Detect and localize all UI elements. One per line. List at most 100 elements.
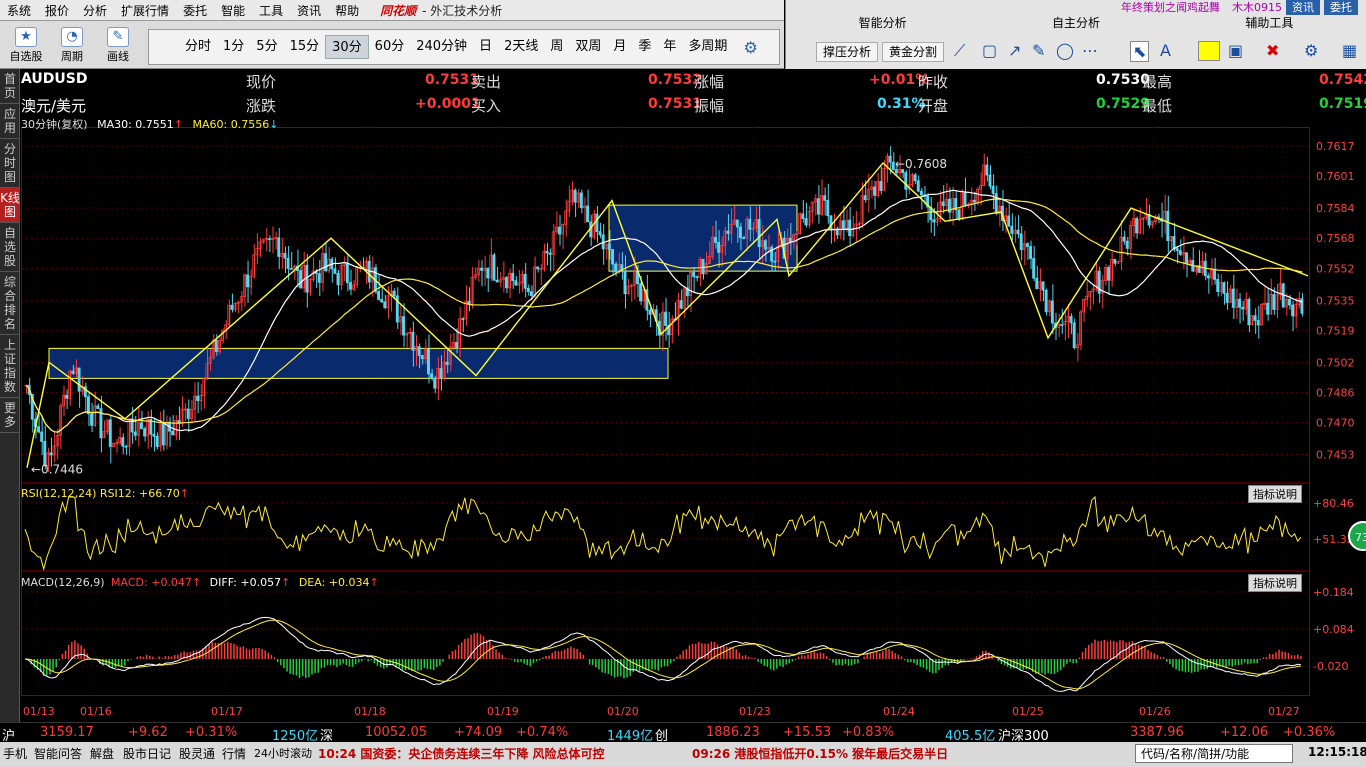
menu-smart[interactable]: 智能 bbox=[214, 2, 252, 19]
line-tool-icon[interactable]: ⟋ bbox=[954, 41, 965, 61]
sidebar-tab-watchlist[interactable]: 自选股 bbox=[0, 223, 20, 272]
promo-text[interactable]: 年终策划之闻鸡起舞 bbox=[1121, 0, 1220, 15]
candlestick-chart[interactable]: ←0.7608 ←0.7446 0.7617 0.7601 0.7584 0.7568 0… bbox=[21, 69, 1366, 722]
period-week[interactable]: 周 bbox=[544, 35, 569, 59]
candle-body bbox=[152, 433, 156, 437]
text-tool-icon[interactable]: A bbox=[1160, 41, 1171, 60]
golden-split-button[interactable]: 黄金分割 bbox=[882, 42, 945, 62]
pen-tool-icon[interactable]: ✎ bbox=[1032, 41, 1045, 60]
sidebar-tab-sh-index[interactable]: 上证指数 bbox=[0, 335, 20, 398]
delete-icon[interactable]: ✖ bbox=[1266, 41, 1279, 60]
candle bbox=[801, 200, 805, 223]
trade-button[interactable]: 委托 bbox=[1324, 0, 1358, 15]
candle bbox=[913, 172, 917, 184]
period-day[interactable]: 日 bbox=[473, 35, 498, 59]
candle bbox=[280, 238, 284, 269]
status-diary[interactable]: 股市日记 bbox=[123, 745, 171, 762]
candle bbox=[408, 327, 412, 350]
menu-analysis[interactable]: 分析 bbox=[76, 2, 114, 19]
period-60min[interactable]: 60分 bbox=[369, 35, 411, 59]
menu-quote[interactable]: 报价 bbox=[38, 2, 76, 19]
candle bbox=[1200, 251, 1204, 276]
more-tools-icon[interactable]: ⋯ bbox=[1082, 41, 1098, 60]
sidebar-tab-apps[interactable]: 应用 bbox=[0, 104, 20, 139]
period-multi[interactable]: 多周期 bbox=[682, 35, 733, 59]
price-tick-label: 0.7502 bbox=[1316, 356, 1355, 369]
candle bbox=[486, 267, 490, 292]
candle-body bbox=[258, 241, 262, 250]
news-ticker-2[interactable]: 09:26 港股恒指低开0.15% 猴年最后交易半日 bbox=[692, 745, 948, 762]
status-24h-news[interactable]: 24小时滚动 bbox=[254, 745, 312, 761]
period-2week[interactable]: 双周 bbox=[569, 35, 607, 59]
menu-help[interactable]: 帮助 bbox=[328, 2, 366, 19]
period-1min[interactable]: 1分 bbox=[217, 35, 250, 59]
sidebar-tab-home[interactable]: 首页 bbox=[0, 69, 20, 104]
menu-news[interactable]: 资讯 bbox=[290, 2, 328, 19]
status-analysis[interactable]: 解盘 bbox=[90, 745, 114, 762]
candle-body bbox=[1110, 258, 1114, 281]
macd-help-button[interactable]: 指标说明 bbox=[1248, 574, 1302, 592]
candle-body bbox=[1044, 289, 1048, 313]
status-stock-tool[interactable]: 股灵通 bbox=[179, 745, 215, 762]
candle-body bbox=[757, 219, 761, 247]
expand-icon[interactable]: ▦ bbox=[1342, 41, 1357, 60]
news-button[interactable]: 资讯 bbox=[1286, 0, 1320, 15]
hs300-value[interactable]: 3387.96 bbox=[1130, 725, 1184, 740]
sidebar-tab-more[interactable]: 更多 bbox=[0, 398, 20, 433]
menu-trade[interactable]: 委托 bbox=[176, 2, 214, 19]
candle-body bbox=[1007, 215, 1011, 227]
add-watchlist-button[interactable]: ★ 自选股 bbox=[4, 25, 48, 65]
period-15min[interactable]: 15分 bbox=[284, 35, 326, 59]
period-30min[interactable]: 30分 bbox=[325, 35, 369, 59]
candle-body bbox=[230, 304, 234, 310]
candle bbox=[1153, 214, 1157, 225]
sidebar-tab-kline[interactable]: K线图 bbox=[0, 188, 20, 223]
menu-tools[interactable]: 工具 bbox=[252, 2, 290, 19]
status-mobile[interactable]: 手机 bbox=[3, 745, 27, 762]
arrow-tool-icon[interactable]: ↗ bbox=[1008, 41, 1021, 60]
menu-extended-quote[interactable]: 扩展行情 bbox=[114, 2, 176, 19]
period-2day[interactable]: 2天线 bbox=[498, 35, 544, 59]
candle bbox=[86, 392, 90, 427]
period-intraday[interactable]: 分时 bbox=[179, 35, 217, 59]
sidebar-tab-intraday[interactable]: 分时图 bbox=[0, 139, 20, 188]
period-button[interactable]: ◔ 周期 bbox=[50, 25, 94, 65]
draw-line-button[interactable]: ✎ 画线 bbox=[96, 25, 140, 65]
candle-body bbox=[695, 276, 699, 278]
news-ticker-1[interactable]: 10:24 国资委：央企债务连续三年下降 风险总体可控 bbox=[318, 745, 605, 762]
label-change: 涨跌 bbox=[246, 97, 277, 115]
period-quarter[interactable]: 季 bbox=[632, 35, 657, 59]
pointer-icon[interactable]: ⬉ bbox=[1130, 41, 1150, 62]
status-qa[interactable]: 智能问答 bbox=[34, 745, 82, 762]
gear-icon[interactable]: ⚙ bbox=[743, 38, 757, 57]
period-month[interactable]: 月 bbox=[607, 35, 632, 59]
settings-icon[interactable]: ⚙ bbox=[1304, 41, 1318, 60]
period-year[interactable]: 年 bbox=[657, 35, 682, 59]
candle-body bbox=[1172, 236, 1176, 249]
bookmark-icon[interactable]: ▣ bbox=[1228, 41, 1243, 60]
label-high: 最高 bbox=[1142, 73, 1173, 91]
rsi-help-button[interactable]: 指标说明 bbox=[1248, 485, 1302, 503]
cy-index-value[interactable]: 1886.23 bbox=[706, 725, 760, 740]
period-240min[interactable]: 240分钟 bbox=[410, 35, 473, 59]
macd-tick-label: +0.184 bbox=[1313, 586, 1354, 599]
code-search-input[interactable]: 代码/名称/简拼/功能 bbox=[1135, 744, 1293, 763]
label-pct: 涨幅 bbox=[694, 73, 725, 91]
status-quote[interactable]: 行情 bbox=[222, 745, 246, 762]
pencil-icon: ✎ bbox=[107, 27, 129, 47]
period-5min[interactable]: 5分 bbox=[250, 35, 283, 59]
sh-index-value[interactable]: 3159.17 bbox=[40, 725, 94, 740]
sidebar-tab-ranking[interactable]: 综合排名 bbox=[0, 272, 20, 335]
candle-body bbox=[121, 437, 125, 447]
candle-body bbox=[788, 237, 792, 242]
candle bbox=[1206, 272, 1210, 294]
candle-body bbox=[1253, 315, 1257, 321]
color-swatch-icon[interactable] bbox=[1198, 41, 1220, 61]
menu-system[interactable]: 系统 bbox=[0, 2, 38, 19]
sz-index-value[interactable]: 10052.05 bbox=[365, 725, 427, 740]
support-resistance-button[interactable]: 撑压分析 bbox=[816, 42, 879, 62]
rect-tool-icon[interactable]: ▢ bbox=[982, 41, 997, 60]
aux-tools-header: 辅助工具 bbox=[1245, 16, 1294, 30]
circle-tool-icon[interactable]: ◯ bbox=[1056, 41, 1074, 60]
candle bbox=[398, 303, 402, 335]
